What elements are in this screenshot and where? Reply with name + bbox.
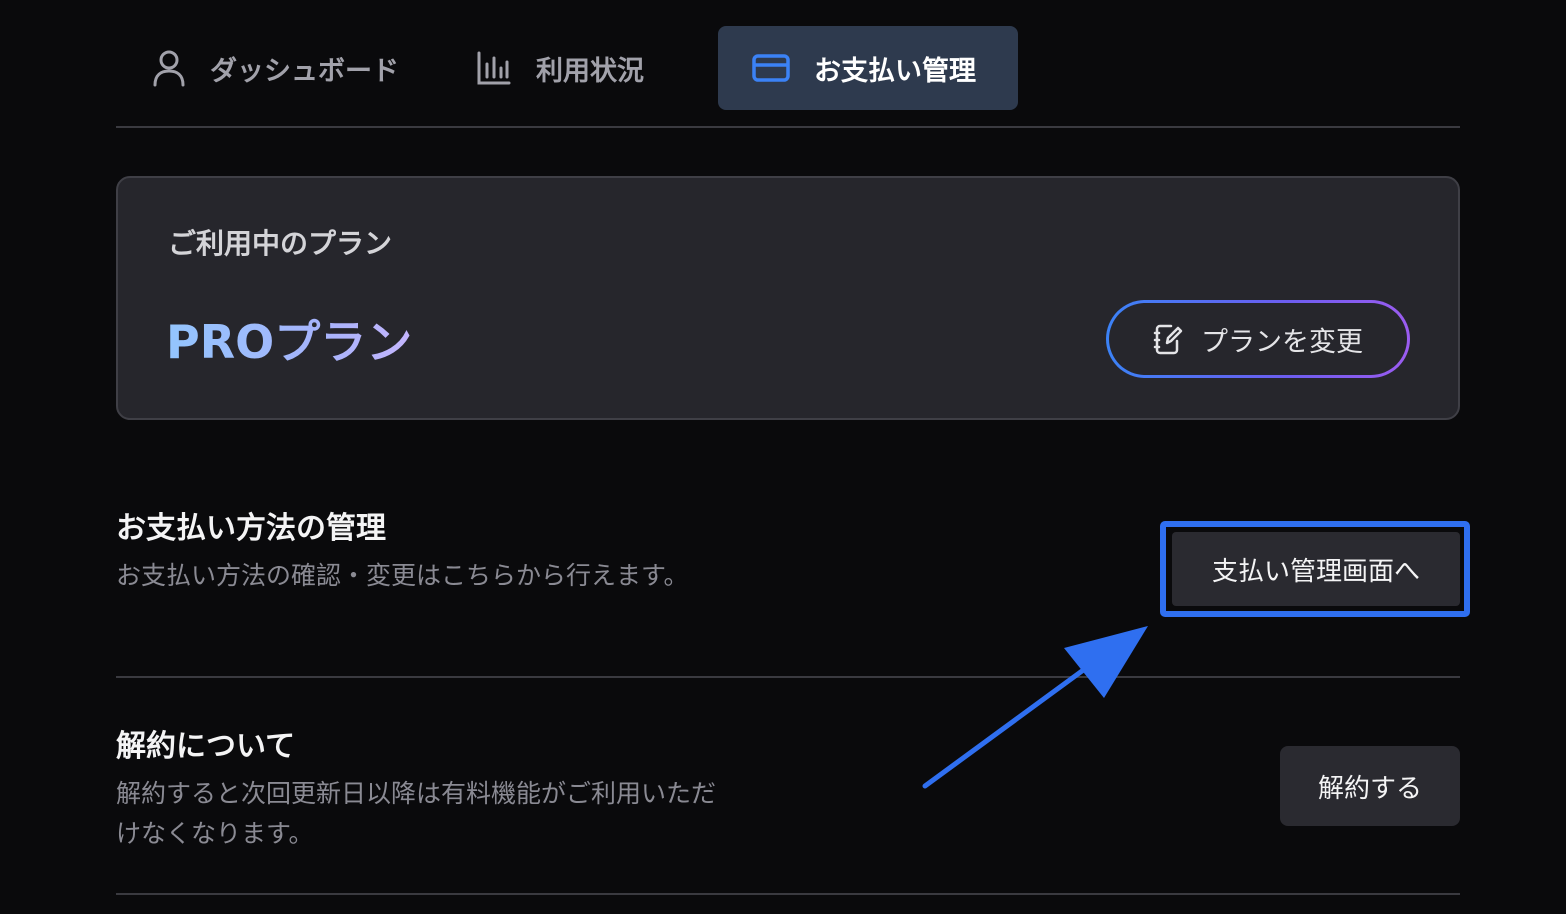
annotation-arrow-icon — [922, 626, 1148, 789]
billing-page: ダッシュボード 利用状況 お支払い管理 ご利用中のプラン PROプラン プランを… — [0, 0, 1566, 914]
